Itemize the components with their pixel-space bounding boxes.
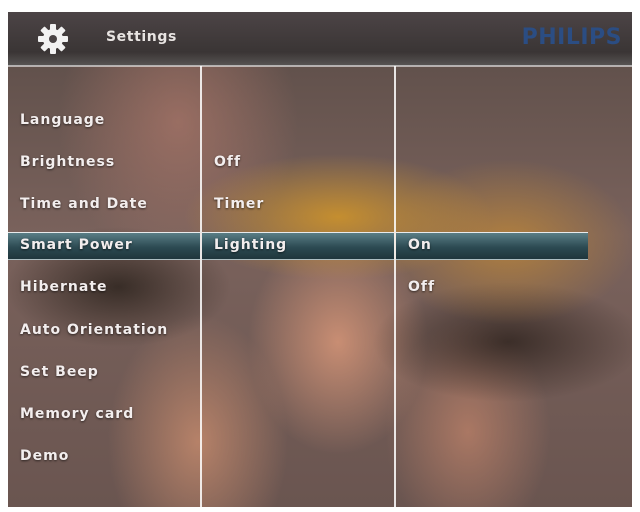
menu-item-time-date[interactable]: Time and Date [20, 192, 148, 216]
column-divider-2 [394, 66, 396, 507]
brand-logo: PHILIPS [521, 25, 622, 50]
submenu-item-lighting[interactable]: Lighting [214, 233, 287, 257]
option-off[interactable]: Off [408, 275, 435, 299]
menu-item-auto-orientation[interactable]: Auto Orientation [20, 318, 168, 342]
submenu-item-timer[interactable]: Timer [214, 192, 264, 216]
menu-item-demo[interactable]: Demo [20, 444, 69, 468]
menu-item-hibernate[interactable]: Hibernate [20, 275, 108, 299]
menu-item-language[interactable]: Language [20, 108, 105, 132]
column-divider-1 [200, 66, 202, 507]
gear-icon [36, 22, 70, 56]
header-divider [8, 65, 632, 67]
top-bar: Settings PHILIPS [8, 12, 632, 66]
submenu-item-off[interactable]: Off [214, 150, 241, 174]
menu-item-smart-power[interactable]: Smart Power [20, 233, 133, 257]
menu-item-memory-card[interactable]: Memory card [20, 402, 134, 426]
device-screen: Settings PHILIPS Language Brightness Tim… [8, 12, 632, 507]
top-bar-gloss [8, 52, 632, 66]
page-title: Settings [106, 29, 177, 45]
option-on[interactable]: On [408, 233, 432, 257]
menu-item-set-beep[interactable]: Set Beep [20, 360, 99, 384]
menu-item-brightness[interactable]: Brightness [20, 150, 115, 174]
